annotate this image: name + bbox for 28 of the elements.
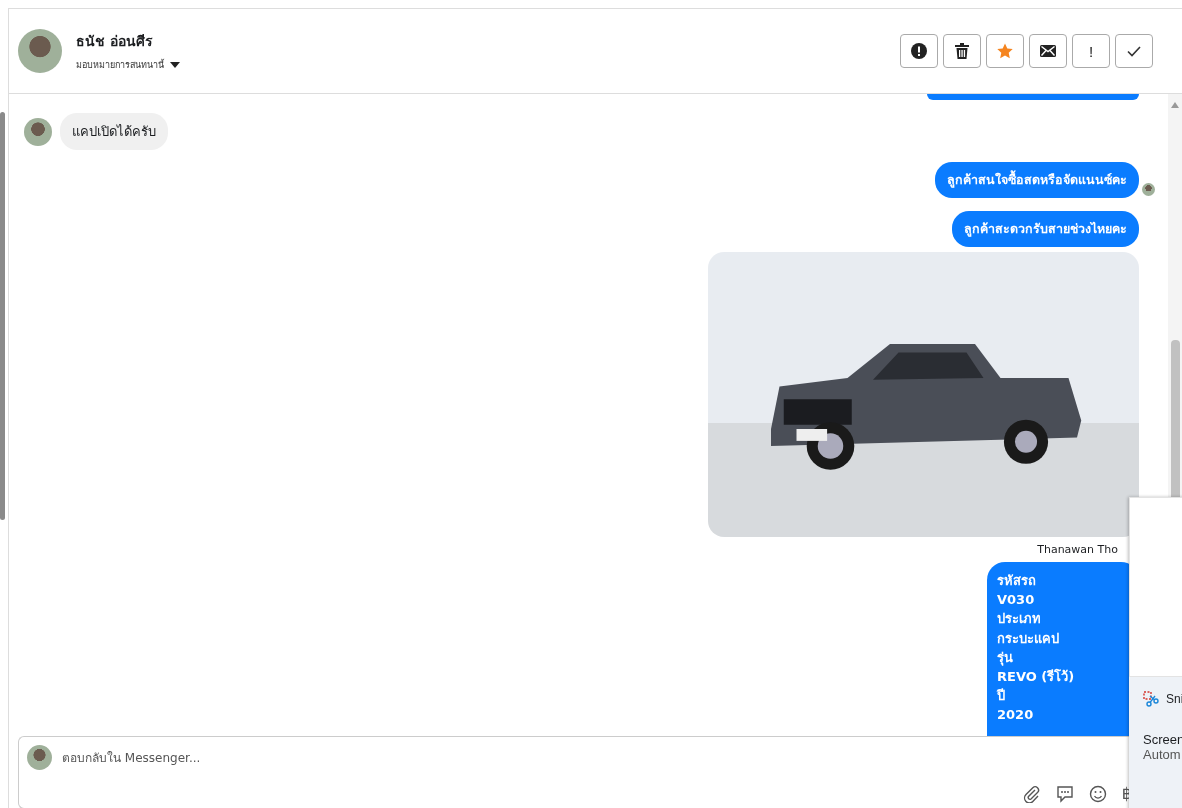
message-bubble: ลูกค้าสนใจซื้อสดหรือจัดแนนซ์คะ [935, 162, 1139, 198]
important-button[interactable]: ! [1072, 34, 1110, 68]
mail-icon [1040, 45, 1056, 57]
trash-icon [955, 43, 969, 59]
check-icon [1127, 45, 1141, 57]
speech-bubble-icon[interactable] [1055, 784, 1074, 803]
message-bubble: ลูกค้าสะดวกรับสายช่วงไหยคะ [952, 211, 1139, 247]
page-scrollbar[interactable] [0, 112, 5, 520]
sender-name: Thanawan Tho [1037, 543, 1118, 556]
star-icon [997, 43, 1013, 59]
delete-button[interactable] [943, 34, 981, 68]
app-name: Sni [1166, 692, 1182, 706]
alert-button[interactable] [900, 34, 938, 68]
assign-dropdown[interactable]: มอบหมายการสนทนานี้ [76, 58, 180, 72]
scroll-up-icon[interactable] [1171, 102, 1179, 108]
alert-icon [911, 43, 927, 59]
contact-name: ธนัช อ่อนศีร [76, 32, 154, 51]
avatar [27, 745, 52, 770]
star-button[interactable] [986, 34, 1024, 68]
avatar [24, 117, 52, 146]
smiley-icon[interactable] [1088, 784, 1107, 803]
paperclip-icon[interactable] [1022, 784, 1041, 803]
caret-icon [170, 62, 180, 68]
avatar [18, 29, 62, 73]
notification-text: Autom [1143, 747, 1182, 762]
message-bubble: แคปเปิดได้ครับ [60, 113, 168, 150]
mail-button[interactable] [1029, 34, 1067, 68]
scissors-icon [1143, 691, 1159, 707]
